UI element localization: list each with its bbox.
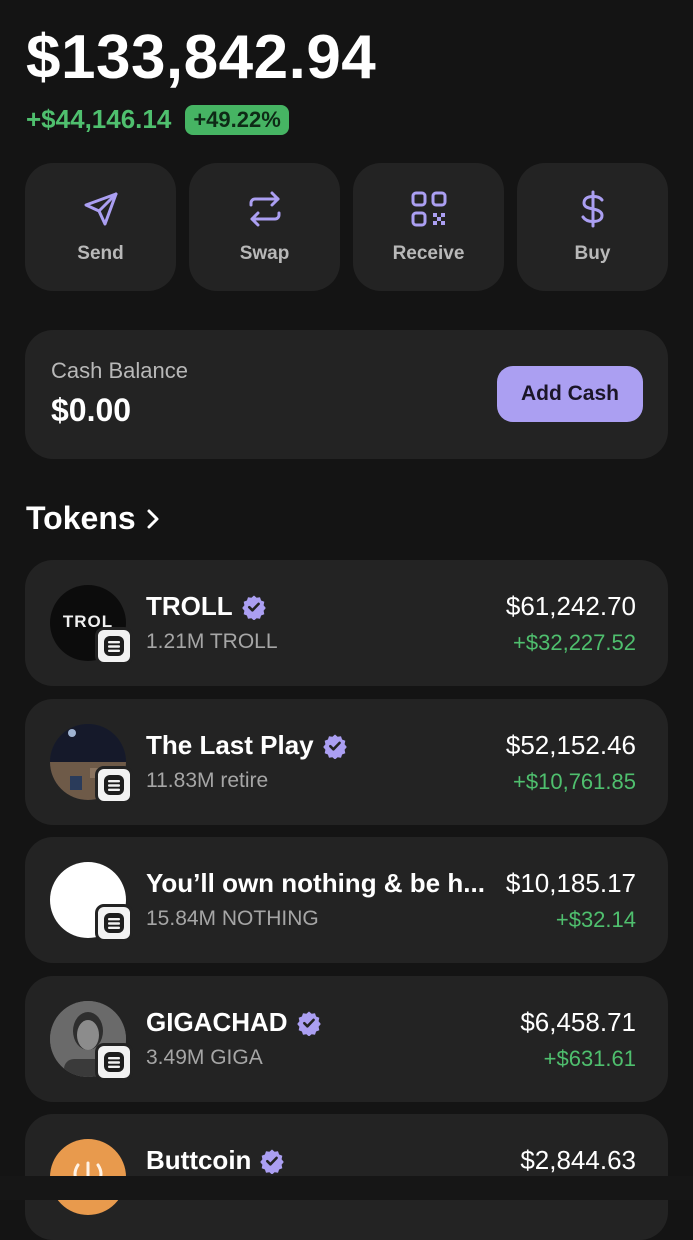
chevron-right-icon: [147, 509, 159, 528]
swap-icon: [249, 191, 280, 227]
token-amount: 1.21M TROLL: [146, 630, 278, 653]
token-amount: 11.83M retire: [146, 769, 269, 792]
token-name: Buttcoin: [146, 1145, 285, 1176]
verified-badge-icon: [241, 595, 266, 620]
change-amount: +$44,146.14: [26, 104, 172, 134]
swap-label: Swap: [239, 243, 290, 264]
token-row-gigachad[interactable]: GIGACHAD 3.49M GIGA $6,458.71 +$631.61: [25, 976, 668, 1102]
tokens-header[interactable]: Tokens: [26, 500, 160, 537]
token-change: +$32.14: [555, 907, 636, 932]
verified-badge-icon: [296, 1011, 321, 1036]
token-value: $2,844.63: [520, 1145, 636, 1175]
tokens-title: Tokens: [26, 500, 136, 536]
portfolio-change: +$44,146.14 +49.22%: [26, 104, 289, 135]
token-amount: 3.49M GIGA: [146, 1046, 263, 1069]
token-name: You’ll own nothing & be h...: [146, 868, 485, 899]
solana-chain-icon: [95, 627, 133, 665]
cash-balance-title: Cash Balance: [51, 358, 188, 383]
solana-chain-icon: [95, 904, 133, 942]
token-change: +$32,227.52: [513, 630, 636, 655]
token-change: +$10,761.85: [513, 769, 636, 794]
token-value: $10,185.17: [505, 868, 636, 898]
receive-button[interactable]: Receive: [353, 163, 504, 291]
verified-badge-icon: [260, 1149, 285, 1174]
add-cash-button[interactable]: Add Cash: [497, 366, 643, 422]
verified-badge-icon: [322, 734, 347, 759]
buy-label: Buy: [574, 243, 611, 264]
token-name: TROLL: [146, 591, 267, 622]
swap-button[interactable]: Swap: [189, 163, 340, 291]
token-name-label: GIGACHAD: [146, 1007, 288, 1037]
buy-button[interactable]: Buy: [517, 163, 668, 291]
total-balance: $133,842.94: [26, 23, 377, 92]
token-amount: 15.84M NOTHING: [146, 907, 319, 930]
token-value: $52,152.46: [505, 730, 636, 760]
cash-balance-value: $0.00: [51, 392, 132, 428]
token-name-label: The Last Play: [146, 730, 314, 760]
token-row-the-last-play[interactable]: The Last Play 11.83M retire $52,152.46 +…: [25, 699, 668, 825]
token-name-label: Buttcoin: [146, 1145, 252, 1175]
token-row-nothing[interactable]: You’ll own nothing & be h... 15.84M NOTH…: [25, 837, 668, 963]
token-name: GIGACHAD: [146, 1007, 322, 1038]
change-percent-badge: +49.22%: [185, 104, 289, 135]
quick-actions: Send Swap Receive Buy: [25, 163, 668, 291]
token-value: $6,458.71: [520, 1007, 636, 1037]
solana-chain-icon: [95, 1043, 133, 1081]
token-name-label: TROLL: [146, 591, 233, 621]
send-button[interactable]: Send: [25, 163, 176, 291]
send-label: Send: [77, 243, 124, 264]
solana-chain-icon: [95, 766, 133, 804]
cash-balance-card: Cash Balance $0.00 Add Cash: [25, 330, 668, 459]
receive-label: Receive: [392, 243, 465, 264]
dollar-icon: [581, 190, 604, 228]
token-name: The Last Play: [146, 730, 348, 761]
token-name-label: You’ll own nothing & be h...: [146, 868, 485, 898]
token-row-troll[interactable]: TROL TROLL 1.21M TROLL $61,242.70 +$32,2…: [25, 560, 668, 686]
send-icon: [84, 192, 117, 226]
token-value: $61,242.70: [505, 591, 636, 621]
qr-code-icon: [411, 191, 446, 227]
token-change: +$631.61: [543, 1046, 636, 1071]
bottom-edge: [0, 1176, 693, 1200]
